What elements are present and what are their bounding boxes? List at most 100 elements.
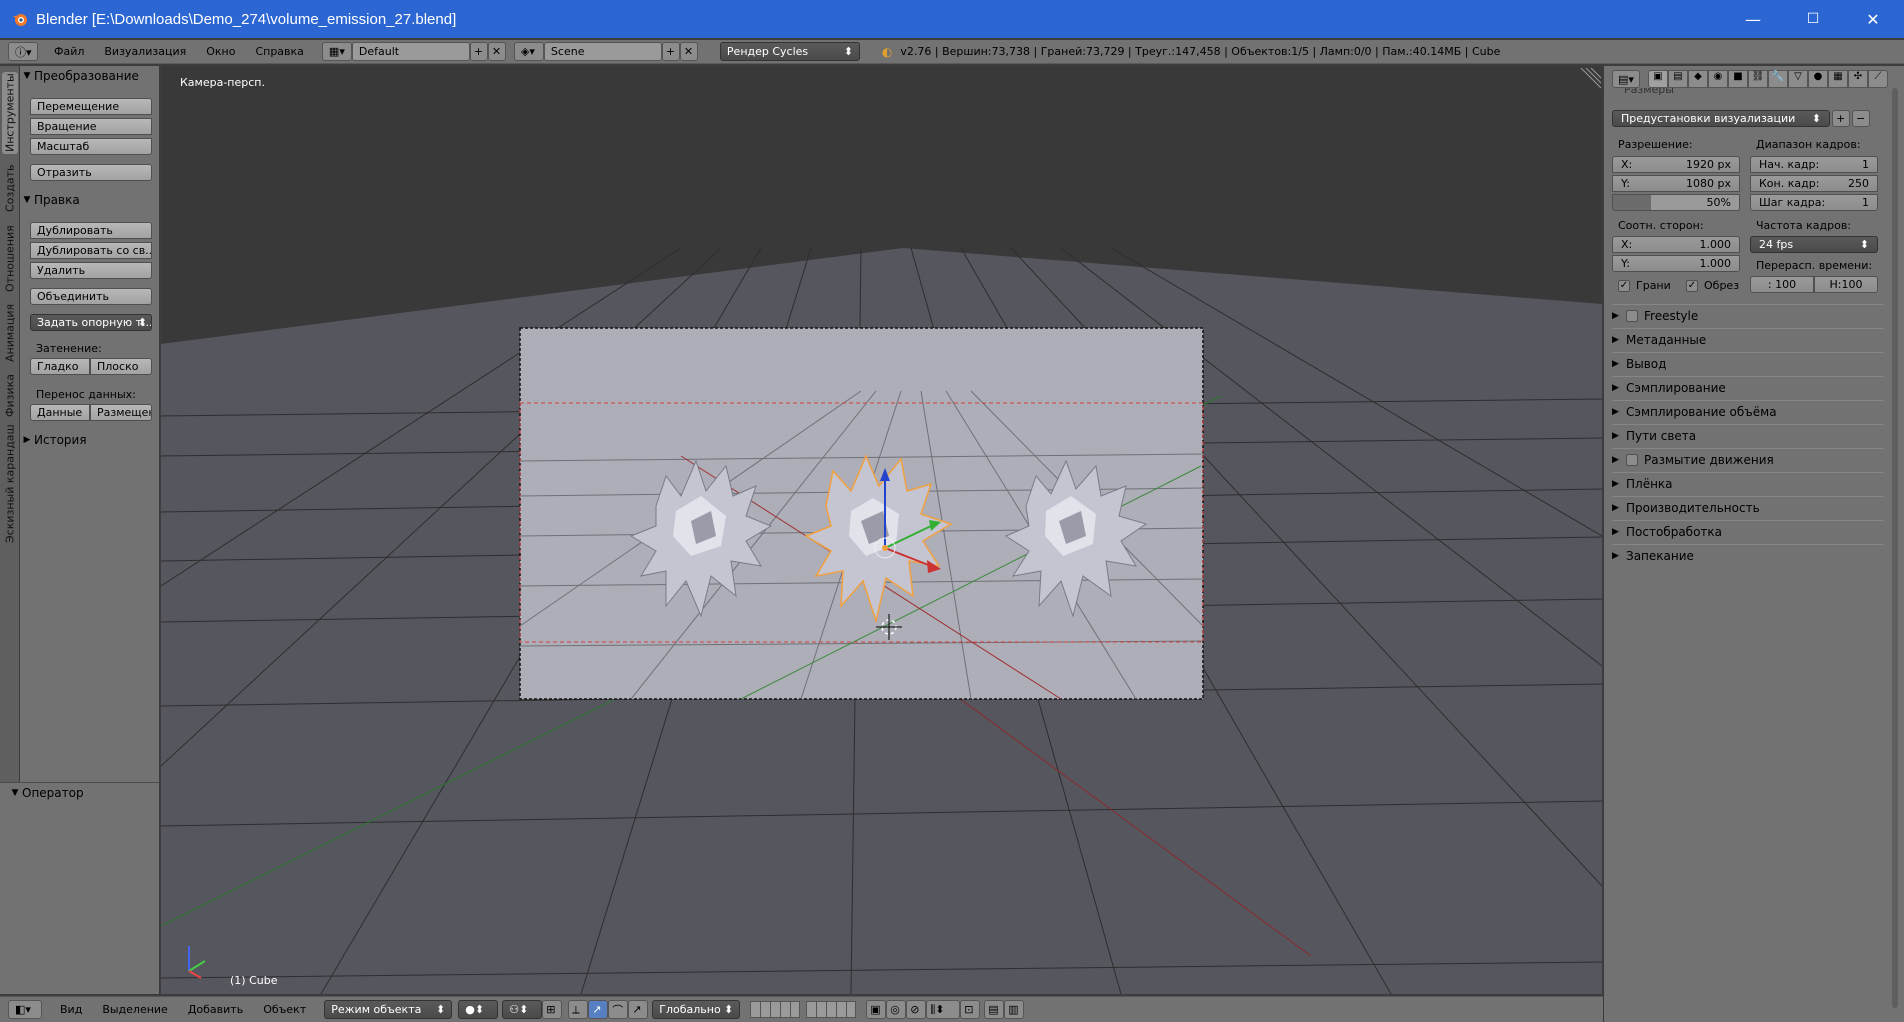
fps-dropdown[interactable]: 24 fps ⬍ [1750,236,1878,253]
crop-checkbox[interactable]: ✓ Обрез [1686,279,1739,292]
scene-layers-grid[interactable] [750,1001,801,1018]
aspect-y-field[interactable]: Y: 1.000 [1612,255,1740,272]
tab-animation[interactable]: Анимация [2,300,18,366]
screen-layout-icon[interactable]: ▦▾ [321,42,352,61]
tab-create[interactable]: Создать [2,158,18,218]
data-transfer-button[interactable]: Данные [30,404,90,421]
orientation-dropdown[interactable]: Глобально ⬍ [652,1000,741,1019]
menu-object[interactable]: Объект [253,1003,316,1016]
menu-help[interactable]: Справка [245,45,313,58]
data-layout-button[interactable]: Размещен [90,404,152,421]
manipulator-toggle-icon[interactable]: ⊞ [542,1000,563,1019]
delete-button[interactable]: Удалить [30,262,152,279]
render-animation-icon[interactable]: ▥ [1004,1000,1025,1019]
section-volume-sampling[interactable]: ▶ Сэмплирование объёма [1612,400,1884,422]
translate-manipulator-icon[interactable]: ⟂ [568,1000,589,1019]
scene-tab-icon[interactable]: ◆ [1688,70,1708,88]
render-tab-icon[interactable]: ▣ [1648,70,1668,88]
resolution-y-field[interactable]: Y: 1080 px [1612,175,1740,192]
texture-tab-icon[interactable]: ▦ [1828,70,1848,88]
properties-scrollbar[interactable] [1892,88,1898,1008]
tab-relations[interactable]: Отношения [2,222,18,296]
object-tab-icon[interactable]: ■ [1728,70,1748,88]
rotate-button[interactable]: Вращение [30,118,152,135]
transform-panel-header[interactable]: ▼ Преобразование [20,66,160,86]
3d-viewport[interactable]: Камера-персп. (1) Cube [161,66,1602,994]
close-button[interactable]: ✕ [1844,0,1902,38]
shade-smooth-button[interactable]: Гладко [30,358,90,375]
frame-start-field[interactable]: Нач. кадр: 1 [1750,156,1878,173]
menu-add[interactable]: Добавить [178,1003,253,1016]
lock-layers-icon[interactable]: ▣ [866,1000,887,1019]
remove-preset-button[interactable]: − [1852,110,1870,127]
section-metadata[interactable]: ▶ Метаданные [1612,328,1884,350]
resolution-x-field[interactable]: X: 1920 px [1612,156,1740,173]
section-sampling[interactable]: ▶ Сэмплирование [1612,376,1884,398]
physics-tab-icon[interactable]: ⟋ [1868,70,1888,88]
duplicate-button[interactable]: Дублировать [30,222,152,239]
mode-dropdown[interactable]: Режим объекта ⬍ [324,1000,453,1019]
scale-manipulator-icon[interactable]: ⌒ [608,1000,629,1019]
remove-screen-button[interactable]: ✕ [487,42,506,61]
maximize-button[interactable]: ☐ [1784,0,1842,38]
border-checkbox[interactable]: ✓ Грани [1618,279,1671,292]
properties-editor-type-icon[interactable]: ▤▾ [1612,70,1640,88]
add-preset-button[interactable]: + [1832,110,1850,127]
section-film[interactable]: ▶ Плёнка [1612,472,1884,494]
render-presets-dropdown[interactable]: Предустановки визуализации ⬍ [1612,110,1830,127]
edit-panel-header[interactable]: ▼ Правка [20,190,160,210]
section-post-processing[interactable]: ▶ Постобработка [1612,520,1884,542]
tab-grease-pencil[interactable]: Эскизный карандаш [2,424,18,544]
render-layers-tab-icon[interactable]: ▤ [1668,70,1688,88]
join-button[interactable]: Объединить [30,288,152,305]
menu-window[interactable]: Окно [196,45,245,58]
constraints-tab-icon[interactable]: ⛓ [1748,70,1768,88]
snap-target-icon[interactable]: ⊡ [960,1000,981,1019]
add-scene-button[interactable]: + [661,42,680,61]
scene-layers-grid-2[interactable] [806,1001,857,1018]
remove-scene-button[interactable]: ✕ [679,42,698,61]
set-origin-dropdown[interactable]: Задать опорную т... ⬍ [30,314,152,331]
shade-flat-button[interactable]: Плоско [90,358,152,375]
editor-type-icon[interactable]: ⓘ▾ [8,42,38,61]
operator-panel-header[interactable]: ▼ Оператор [8,783,148,803]
tab-tools[interactable]: Инструменты [2,72,18,154]
section-output[interactable]: ▶ Вывод [1612,352,1884,374]
data-tab-icon[interactable]: ▽ [1788,70,1808,88]
motion-blur-checkbox[interactable] [1626,453,1638,466]
scale-button[interactable]: Масштаб [30,138,152,155]
section-performance[interactable]: ▶ Производительность [1612,496,1884,518]
render-engine-dropdown[interactable]: Рендер Cycles ⬍ [719,42,860,61]
material-tab-icon[interactable]: ● [1808,70,1828,88]
particles-tab-icon[interactable]: ✣ [1848,70,1868,88]
scene-field[interactable]: Scene [543,42,662,61]
section-freestyle[interactable]: ▶ Freestyle [1612,304,1884,326]
render-preview-icon[interactable]: ▤ [984,1000,1005,1019]
history-panel-header[interactable]: ▶ История [20,430,160,450]
move-button[interactable]: Перемещение [30,98,152,115]
resolution-percentage-slider[interactable]: 50% [1612,194,1740,211]
snap-icon[interactable]: ⊘ [906,1000,927,1019]
viewport-shading-dropdown[interactable]: ●⬍ [458,1000,499,1019]
proportional-edit-icon[interactable]: ◎ [886,1000,907,1019]
section-motion-blur[interactable]: ▶ Размытие движения [1612,448,1884,470]
menu-file[interactable]: Файл [44,45,94,58]
rotate-manipulator-icon[interactable]: ↗ [588,1000,609,1019]
section-bake[interactable]: ▶ Запекание [1612,544,1884,566]
tab-physics[interactable]: Физика [2,370,18,420]
menu-select[interactable]: Выделение [92,1003,178,1016]
dimensions-header-cut[interactable]: Размеры [1624,88,1674,96]
pivot-point-dropdown[interactable]: ⚇⬍ [502,1000,543,1019]
scene-icon[interactable]: ◈▾ [513,42,544,61]
snap-element-dropdown[interactable]: ⫼⬍ [926,1000,961,1019]
minimize-button[interactable]: — [1724,0,1782,38]
mirror-button[interactable]: Отразить [30,164,152,181]
menu-view[interactable]: Вид [50,1003,92,1016]
editor-type-button[interactable]: ◧▾ [8,1000,42,1019]
screen-layout-field[interactable]: Default [351,42,470,61]
time-remap-new-field[interactable]: Н:100 [1814,276,1878,293]
modifiers-tab-icon[interactable]: 🔧 [1768,70,1788,88]
gizmo-icon[interactable]: ↗ [628,1000,649,1019]
area-split-widget[interactable] [1580,67,1602,89]
section-light-paths[interactable]: ▶ Пути света [1612,424,1884,446]
